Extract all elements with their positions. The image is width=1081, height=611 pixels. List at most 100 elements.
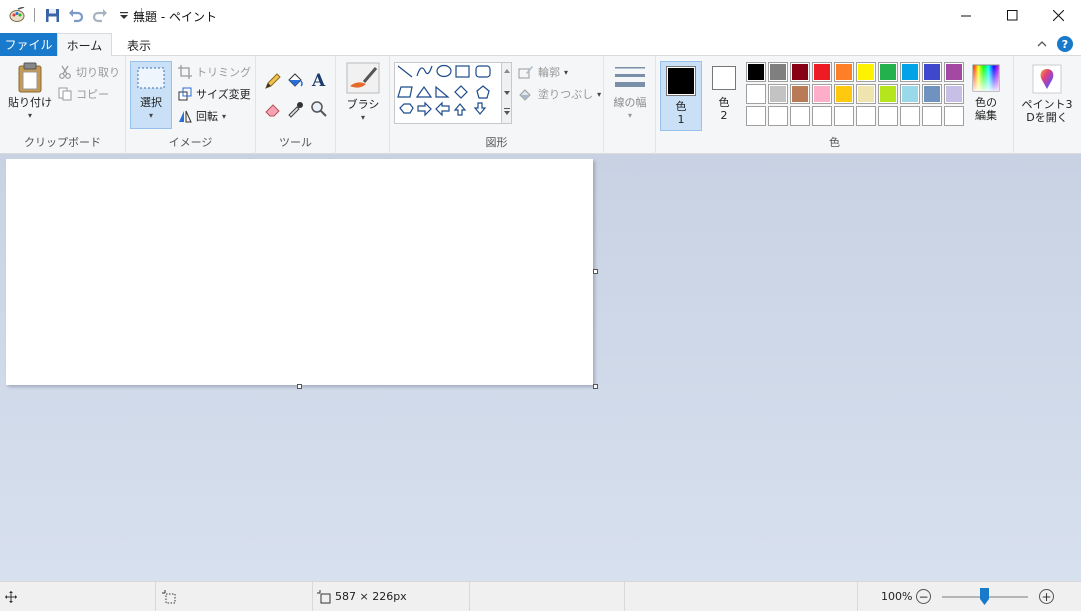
colors-group: 色 1 色 2 色の 編集 色 (656, 56, 1014, 154)
palette-swatch[interactable] (856, 106, 876, 126)
shapes-gallery[interactable] (394, 62, 502, 124)
palette-swatch[interactable] (746, 62, 766, 82)
paste-button[interactable]: 貼り付け ▾ (8, 62, 52, 122)
zoom-slider-thumb[interactable] (980, 588, 989, 605)
color2-button[interactable]: 色 2 (706, 66, 742, 122)
palette-swatch[interactable] (878, 84, 898, 104)
brushes-dropdown-caret[interactable]: ▾ (361, 111, 365, 124)
color1-swatch (668, 68, 694, 94)
palette-swatch-color (792, 64, 808, 80)
eraser-icon[interactable] (264, 100, 282, 118)
edit-colors-label-1: 色の (975, 96, 997, 109)
copy-icon (58, 87, 72, 101)
palette-swatch[interactable] (812, 84, 832, 104)
crop-button[interactable]: トリミング (178, 64, 251, 80)
zoom-out-button[interactable]: − (916, 589, 931, 604)
outline-dropdown-caret[interactable]: ▾ (564, 68, 568, 77)
palette-swatch[interactable] (746, 84, 766, 104)
canvas-workspace[interactable] (0, 154, 1081, 581)
maximize-button[interactable] (989, 0, 1035, 31)
palette-swatch[interactable] (900, 84, 920, 104)
palette-swatch[interactable] (834, 106, 854, 126)
palette-swatch[interactable] (944, 62, 964, 82)
fill-bucket-icon[interactable] (286, 72, 304, 90)
edit-colors-button[interactable]: 色の 編集 (966, 64, 1006, 122)
palette-swatch[interactable] (944, 106, 964, 126)
palette-swatch[interactable] (944, 84, 964, 104)
rotate-dropdown-caret[interactable]: ▾ (222, 112, 226, 121)
resize-handle-bottom[interactable] (297, 384, 302, 389)
palette-swatch[interactable] (834, 84, 854, 104)
resize-button[interactable]: サイズ変更 (178, 86, 251, 102)
customize-qat-icon[interactable] (115, 6, 133, 24)
pencil-icon[interactable] (264, 72, 282, 90)
resize-handle-right[interactable] (593, 269, 598, 274)
undo-icon[interactable] (67, 6, 85, 24)
tab-view[interactable]: 表示 (116, 33, 162, 57)
tools-group-label: ツール (279, 136, 312, 149)
text-tool-icon[interactable]: A (310, 70, 328, 90)
paste-dropdown-caret[interactable]: ▾ (28, 109, 32, 122)
paint3d-group: ペイント3 Dを開く (1014, 56, 1081, 154)
palette-swatch[interactable] (746, 106, 766, 126)
paint3d-label-2: Dを開く (1026, 111, 1068, 124)
close-button[interactable] (1035, 0, 1081, 31)
drawing-canvas[interactable] (6, 159, 593, 385)
palette-swatch[interactable] (878, 106, 898, 126)
size-dropdown-caret[interactable]: ▾ (628, 109, 632, 122)
minimize-button[interactable] (943, 0, 989, 31)
palette-swatch[interactable] (834, 62, 854, 82)
save-icon[interactable] (43, 6, 61, 24)
outline-button[interactable]: 輪郭 ▾ (518, 64, 568, 80)
brushes-button[interactable]: ブラシ ▾ (342, 62, 384, 124)
palette-swatch-color (836, 86, 852, 102)
palette-swatch[interactable] (878, 62, 898, 82)
help-icon[interactable]: ? (1057, 36, 1073, 52)
palette-swatch[interactable] (790, 62, 810, 82)
cut-button[interactable]: 切り取り (58, 64, 120, 80)
brush-icon (346, 62, 380, 94)
palette-swatch[interactable] (922, 106, 942, 126)
rotate-button[interactable]: 回転 ▾ (178, 108, 226, 124)
copy-button[interactable]: コピー (58, 86, 109, 102)
palette-swatch-color (880, 64, 896, 80)
palette-swatch[interactable] (768, 84, 788, 104)
magnifier-icon[interactable] (310, 100, 328, 118)
size-button[interactable]: 線の幅 ▾ (608, 64, 652, 122)
status-bar: 587 × 226px 100% − + (0, 581, 1081, 611)
fill-dropdown-caret[interactable]: ▾ (597, 90, 601, 99)
palette-swatch[interactable] (856, 84, 876, 104)
select-dropdown-caret[interactable]: ▾ (149, 109, 153, 122)
shapes-gallery-scrollbar[interactable] (502, 62, 512, 124)
tab-home[interactable]: ホーム (57, 33, 112, 57)
palette-swatch[interactable] (856, 62, 876, 82)
palette-swatch[interactable] (790, 106, 810, 126)
resize-label: サイズ変更 (196, 88, 251, 101)
color1-button[interactable]: 色 1 (660, 61, 702, 131)
palette-swatch[interactable] (922, 62, 942, 82)
resize-handle-corner[interactable] (593, 384, 598, 389)
palette-swatch[interactable] (812, 62, 832, 82)
redo-icon[interactable] (91, 6, 109, 24)
palette-swatch[interactable] (922, 84, 942, 104)
palette-swatch-color (946, 86, 962, 102)
fill-button[interactable]: 塗りつぶし ▾ (518, 86, 601, 102)
crop-icon (178, 65, 192, 79)
paint-app-icon[interactable] (8, 6, 26, 24)
select-button[interactable]: 選択 ▾ (130, 61, 172, 129)
fill-label: 塗りつぶし (538, 88, 594, 101)
color-picker-icon[interactable] (286, 100, 304, 118)
palette-swatch[interactable] (900, 62, 920, 82)
collapse-ribbon-icon[interactable] (1037, 40, 1047, 48)
palette-swatch[interactable] (790, 84, 810, 104)
palette-swatch[interactable] (768, 62, 788, 82)
palette-swatch-color (924, 64, 940, 80)
open-paint3d-button[interactable]: ペイント3 Dを開く (1020, 64, 1074, 124)
palette-swatch[interactable] (812, 106, 832, 126)
palette-swatch[interactable] (768, 106, 788, 126)
tab-file[interactable]: ファイル (0, 33, 57, 56)
edit-colors-label-2: 編集 (975, 109, 997, 122)
palette-swatch-color (902, 108, 918, 124)
zoom-in-button[interactable]: + (1039, 589, 1054, 604)
palette-swatch[interactable] (900, 106, 920, 126)
